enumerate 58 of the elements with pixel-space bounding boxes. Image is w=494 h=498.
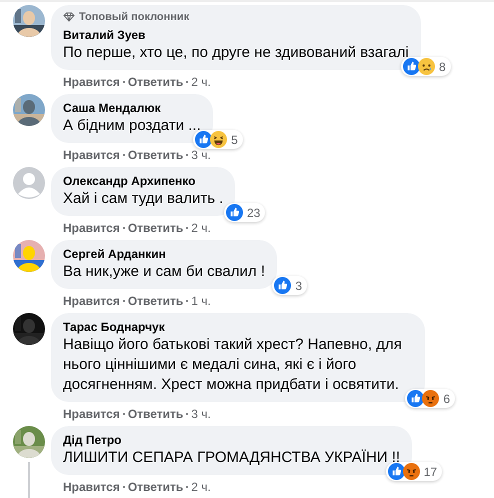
comment-text: Ва ник,уже и сам би свалил ! — [63, 262, 265, 282]
separator-dot — [186, 227, 188, 229]
reactions-badge[interactable]: 6 — [405, 389, 455, 408]
author-name[interactable]: Виталий Зуев — [63, 27, 409, 43]
separator-dot — [186, 486, 188, 488]
reactions-badge[interactable]: 8 — [401, 57, 451, 76]
thumbs-up-icon — [226, 204, 243, 221]
reactions-badge[interactable]: 23 — [224, 203, 266, 222]
fan-label: Топовый поклонник — [79, 11, 190, 23]
reply-link[interactable]: Ответить — [128, 148, 184, 162]
angry-face-icon — [422, 390, 440, 407]
separator-dot — [122, 486, 125, 488]
comment-text: Навіщо його батькові такий хрест? Напевно, для нього ціннішими є медалі сина, які є і його досягненням. Хрест можна придбати і освятити. — [63, 335, 403, 395]
separator-dot — [122, 81, 125, 83]
timestamp[interactable]: 2 ч. — [191, 221, 211, 235]
timestamp[interactable]: 3 ч. — [191, 148, 211, 162]
separator-dot — [122, 227, 125, 229]
author-name[interactable]: Тарас Боднарчук — [63, 319, 413, 335]
author-name[interactable]: Саша Мендалюк — [63, 100, 201, 116]
like-link[interactable]: Нравится — [63, 221, 120, 235]
default-avatar-icon — [12, 167, 44, 199]
separator-dot — [186, 413, 188, 415]
reply-link[interactable]: Ответить — [128, 480, 184, 494]
diamond-icon — [63, 12, 75, 22]
timestamp[interactable]: 2 ч. — [191, 75, 211, 89]
author-name[interactable]: Сергей Арданкин — [63, 246, 265, 262]
author-name[interactable]: Дід Петро — [63, 432, 400, 448]
thumbs-up-icon — [407, 390, 424, 407]
timestamp[interactable]: 1 ч. — [191, 294, 211, 308]
timestamp[interactable]: 2 ч. — [191, 480, 211, 494]
thumbs-up-icon — [195, 131, 212, 148]
thumbs-up-icon — [274, 277, 292, 294]
separator-dot — [122, 154, 125, 156]
reply-link[interactable]: Ответить — [128, 294, 184, 308]
angry-face-icon — [402, 463, 420, 480]
reactions-badge[interactable]: 3 — [272, 276, 307, 295]
separator-dot — [186, 81, 188, 83]
reactions-badge[interactable]: 17 — [386, 462, 442, 481]
separator-dot — [186, 300, 188, 302]
sad-face-icon — [418, 58, 436, 75]
like-link[interactable]: Нравится — [63, 480, 120, 494]
reply-link[interactable]: Ответить — [128, 221, 184, 235]
separator-dot — [186, 154, 188, 156]
laughing-face-icon — [210, 131, 228, 148]
author-name[interactable]: Олександр Архипенко — [63, 173, 224, 189]
like-link[interactable]: Нравится — [63, 75, 120, 89]
reactions-badge[interactable]: 5 — [193, 130, 243, 149]
thumbs-up-icon — [403, 58, 420, 75]
separator-dot — [122, 300, 125, 302]
reply-link[interactable]: Ответить — [128, 407, 184, 421]
like-link[interactable]: Нравится — [63, 407, 120, 421]
timestamp[interactable]: 3 ч. — [191, 407, 211, 421]
like-link[interactable]: Нравится — [63, 148, 120, 162]
like-link[interactable]: Нравится — [63, 294, 120, 308]
separator-dot — [122, 413, 125, 415]
comment-text: Хай і сам туди валить . — [63, 189, 224, 209]
thumbs-up-icon — [388, 463, 405, 480]
reply-link[interactable]: Ответить — [128, 75, 184, 89]
